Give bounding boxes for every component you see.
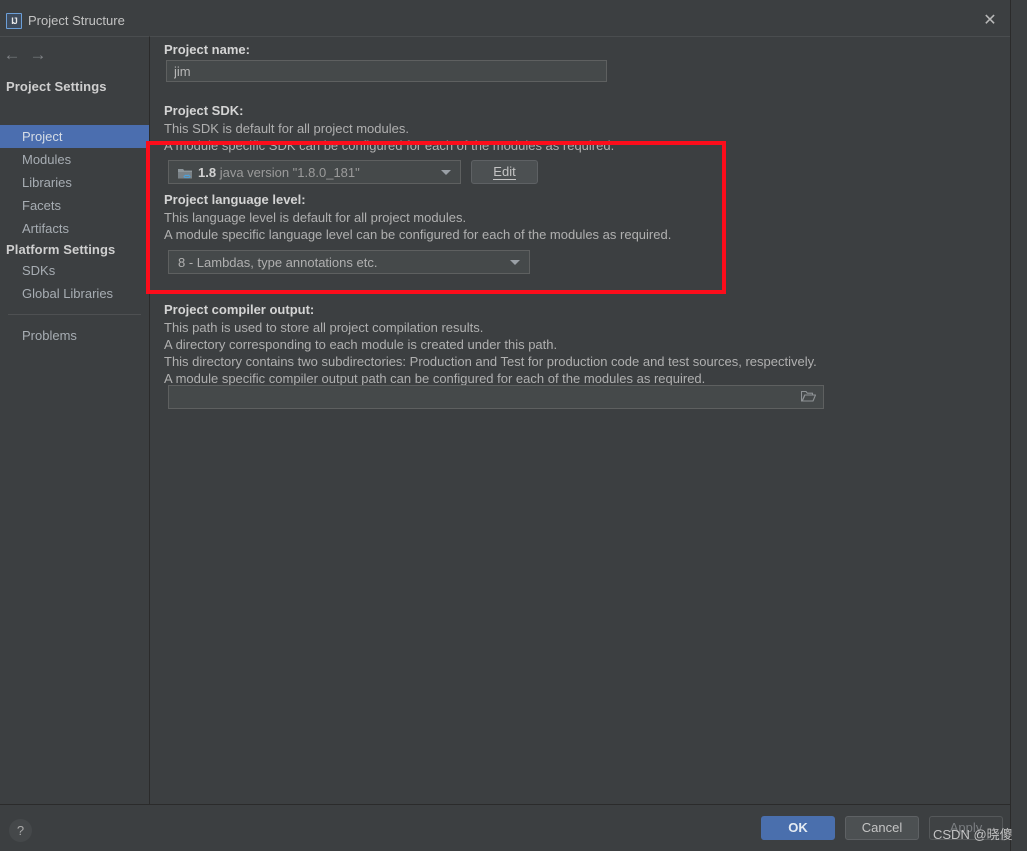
project-compiler-output-input[interactable] bbox=[168, 385, 824, 409]
project-sdk-detail: java version "1.8.0_181" bbox=[220, 165, 360, 180]
project-name-input[interactable] bbox=[166, 60, 607, 82]
sidebar-item-project[interactable]: Project bbox=[0, 125, 149, 148]
project-structure-dialog: IJ Project Structure ✕ ← → Project Setti… bbox=[0, 0, 1010, 850]
close-icon[interactable]: ✕ bbox=[975, 8, 1005, 34]
project-compiler-output-desc-3: This directory contains two subdirectori… bbox=[164, 354, 817, 369]
project-sdk-label: Project SDK: bbox=[164, 103, 243, 118]
project-compiler-output-label: Project compiler output: bbox=[164, 302, 314, 317]
sidebar-item-global-libraries[interactable]: Global Libraries bbox=[0, 282, 149, 305]
arrow-left-icon[interactable]: ← bbox=[0, 43, 24, 67]
arrow-right-icon[interactable]: → bbox=[26, 43, 50, 67]
project-sdk-version: 1.8 bbox=[198, 165, 216, 180]
sidebar-item-sdks[interactable]: SDKs bbox=[0, 259, 149, 282]
project-language-level-dropdown[interactable]: 8 - Lambdas, type annotations etc. bbox=[168, 250, 530, 274]
project-language-level-value: 8 - Lambdas, type annotations etc. bbox=[178, 251, 503, 273]
chevron-down-icon bbox=[441, 170, 451, 175]
java-folder-icon bbox=[177, 166, 193, 181]
project-sdk-desc-1: This SDK is default for all project modu… bbox=[164, 121, 409, 136]
sidebar-item-problems[interactable]: Problems bbox=[0, 324, 149, 347]
sidebar-group-project-settings: Project Settings bbox=[6, 79, 107, 94]
folder-open-icon[interactable] bbox=[801, 390, 816, 403]
ide-right-edge-strip: ▢ bbox=[1010, 0, 1027, 850]
project-settings-panel: Project name: Project SDK: This SDK is d… bbox=[150, 36, 1010, 805]
project-compiler-output-field-wrapper bbox=[168, 385, 824, 409]
project-compiler-output-desc-4: A module specific compiler output path c… bbox=[164, 371, 705, 386]
dialog-titlebar: IJ Project Structure ✕ bbox=[0, 0, 1010, 40]
edit-sdk-button-label: Edit bbox=[493, 164, 515, 180]
project-compiler-output-desc-2: A directory corresponding to each module… bbox=[164, 337, 557, 352]
ok-button[interactable]: OK bbox=[761, 816, 835, 840]
project-sdk-desc-2: A module specific SDK can be configured … bbox=[164, 138, 614, 153]
sidebar-item-modules[interactable]: Modules bbox=[0, 148, 149, 171]
project-compiler-output-desc-1: This path is used to store all project c… bbox=[164, 320, 483, 335]
project-language-level-label: Project language level: bbox=[164, 192, 306, 207]
settings-sidebar: ← → Project Settings Project Modules Lib… bbox=[0, 36, 150, 805]
project-name-label: Project name: bbox=[164, 42, 250, 57]
sidebar-divider bbox=[8, 314, 141, 315]
project-language-level-desc-1: This language level is default for all p… bbox=[164, 210, 466, 225]
project-language-level-desc-2: A module specific language level can be … bbox=[164, 227, 671, 242]
sidebar-item-facets[interactable]: Facets bbox=[0, 194, 149, 217]
sidebar-navigation: ← → bbox=[0, 43, 149, 69]
sidebar-item-artifacts[interactable]: Artifacts bbox=[0, 217, 149, 240]
apply-button: Apply bbox=[929, 816, 1003, 840]
intellij-idea-icon: IJ bbox=[6, 13, 22, 29]
dialog-title: Project Structure bbox=[28, 13, 125, 28]
help-button[interactable]: ? bbox=[9, 819, 32, 842]
sidebar-item-libraries[interactable]: Libraries bbox=[0, 171, 149, 194]
project-sdk-dropdown[interactable]: 1.8 java version "1.8.0_181" bbox=[168, 160, 461, 184]
cancel-button[interactable]: Cancel bbox=[845, 816, 919, 840]
chevron-down-icon bbox=[510, 260, 520, 265]
sidebar-group-platform-settings: Platform Settings bbox=[6, 242, 115, 257]
edit-sdk-button[interactable]: Edit bbox=[471, 160, 538, 184]
